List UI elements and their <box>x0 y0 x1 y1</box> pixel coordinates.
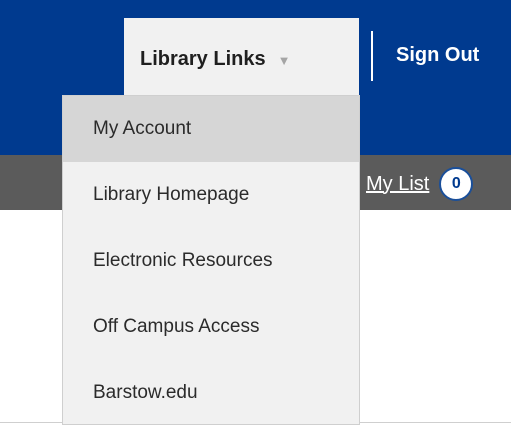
menu-item-library-homepage[interactable]: Library Homepage <box>63 162 359 228</box>
header-divider <box>371 31 373 81</box>
my-list-count-badge: 0 <box>439 167 474 201</box>
menu-item-off-campus-access[interactable]: Off Campus Access <box>63 294 359 360</box>
library-links-menu-button[interactable]: Library Links ▼ <box>124 18 359 100</box>
my-list-label: My List <box>366 172 430 195</box>
menu-item-my-account[interactable]: My Account <box>63 96 359 162</box>
sign-out-link[interactable]: Sign Out <box>396 44 479 67</box>
library-links-dropdown: My Account Library Homepage Electronic R… <box>62 95 360 425</box>
caret-down-icon: ▼ <box>277 52 291 68</box>
my-list-link[interactable]: My List 0 <box>366 167 474 201</box>
menu-item-electronic-resources[interactable]: Electronic Resources <box>63 228 359 294</box>
menu-item-barstow-edu[interactable]: Barstow.edu <box>63 360 359 426</box>
library-links-label: Library Links <box>140 47 266 70</box>
